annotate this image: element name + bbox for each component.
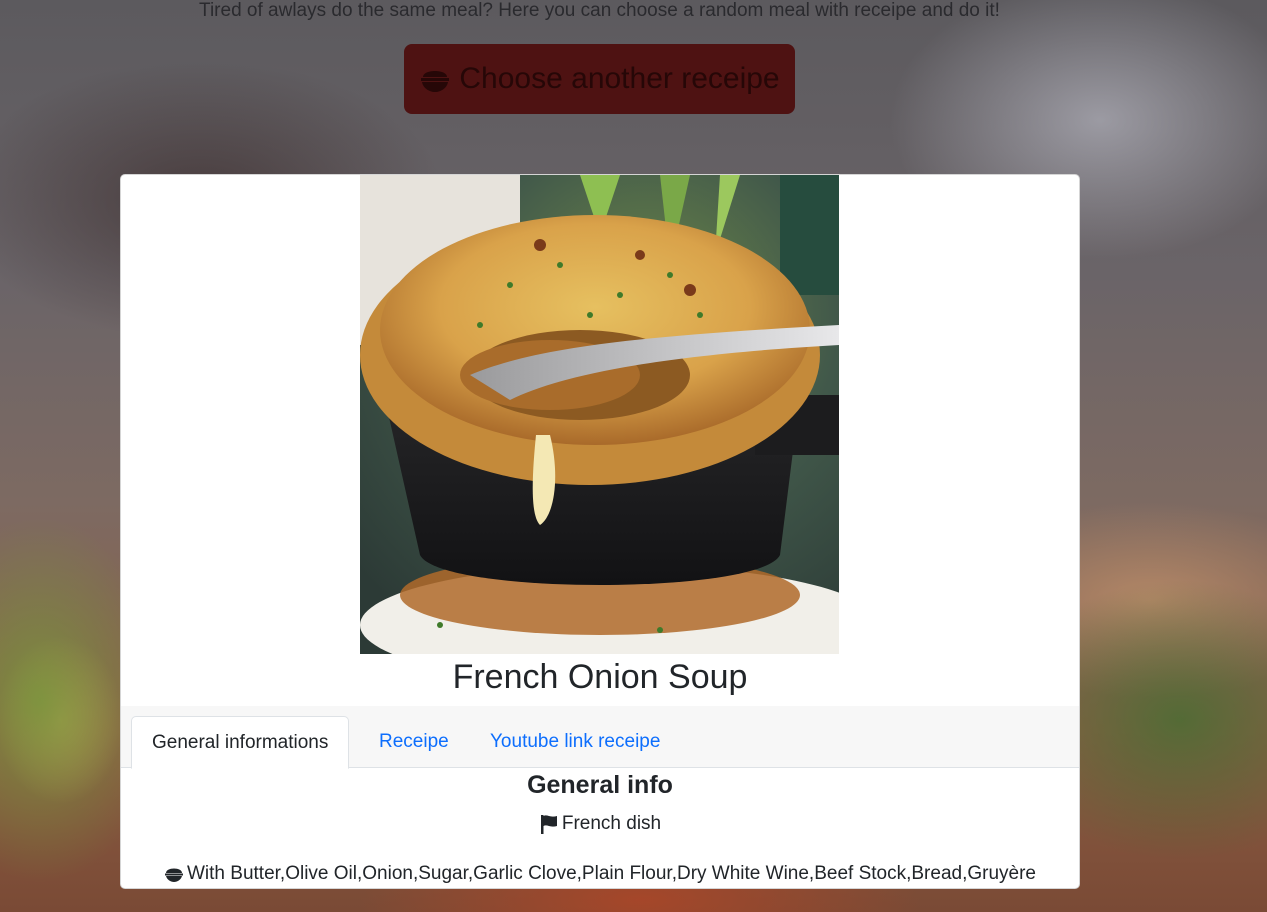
tab-bar: General informations Receipe Youtube lin… [121,706,1079,769]
tab-youtube-link-receipe[interactable]: Youtube link receipe [470,716,680,768]
origin-text: French dish [561,813,662,834]
origin-line: French dish [121,812,1079,836]
tagline: Tired of awlays do the same meal? Here y… [199,0,1000,21]
choose-another-receipe-button[interactable]: Choose another receipe [404,44,795,114]
choose-button-label: Choose another receipe [459,62,780,95]
meal-title: French Onion Soup [452,658,748,696]
tab-general-informations[interactable]: General informations [131,716,350,769]
bowl-icon [164,865,184,883]
ingredients-text: With Butter,Olive Oil,Onion,Sugar,Garlic… [187,863,1036,884]
tab-receipe[interactable]: Receipe [359,716,469,768]
bowl-icon [419,65,451,93]
ingredients-line: With Butter,Olive Oil,Onion,Sugar,Garlic… [121,862,1079,886]
meal-card: French Onion Soup General informations R… [120,174,1080,889]
section-heading: General info [527,771,673,799]
meal-photo [360,175,839,654]
flag-icon [539,814,559,834]
